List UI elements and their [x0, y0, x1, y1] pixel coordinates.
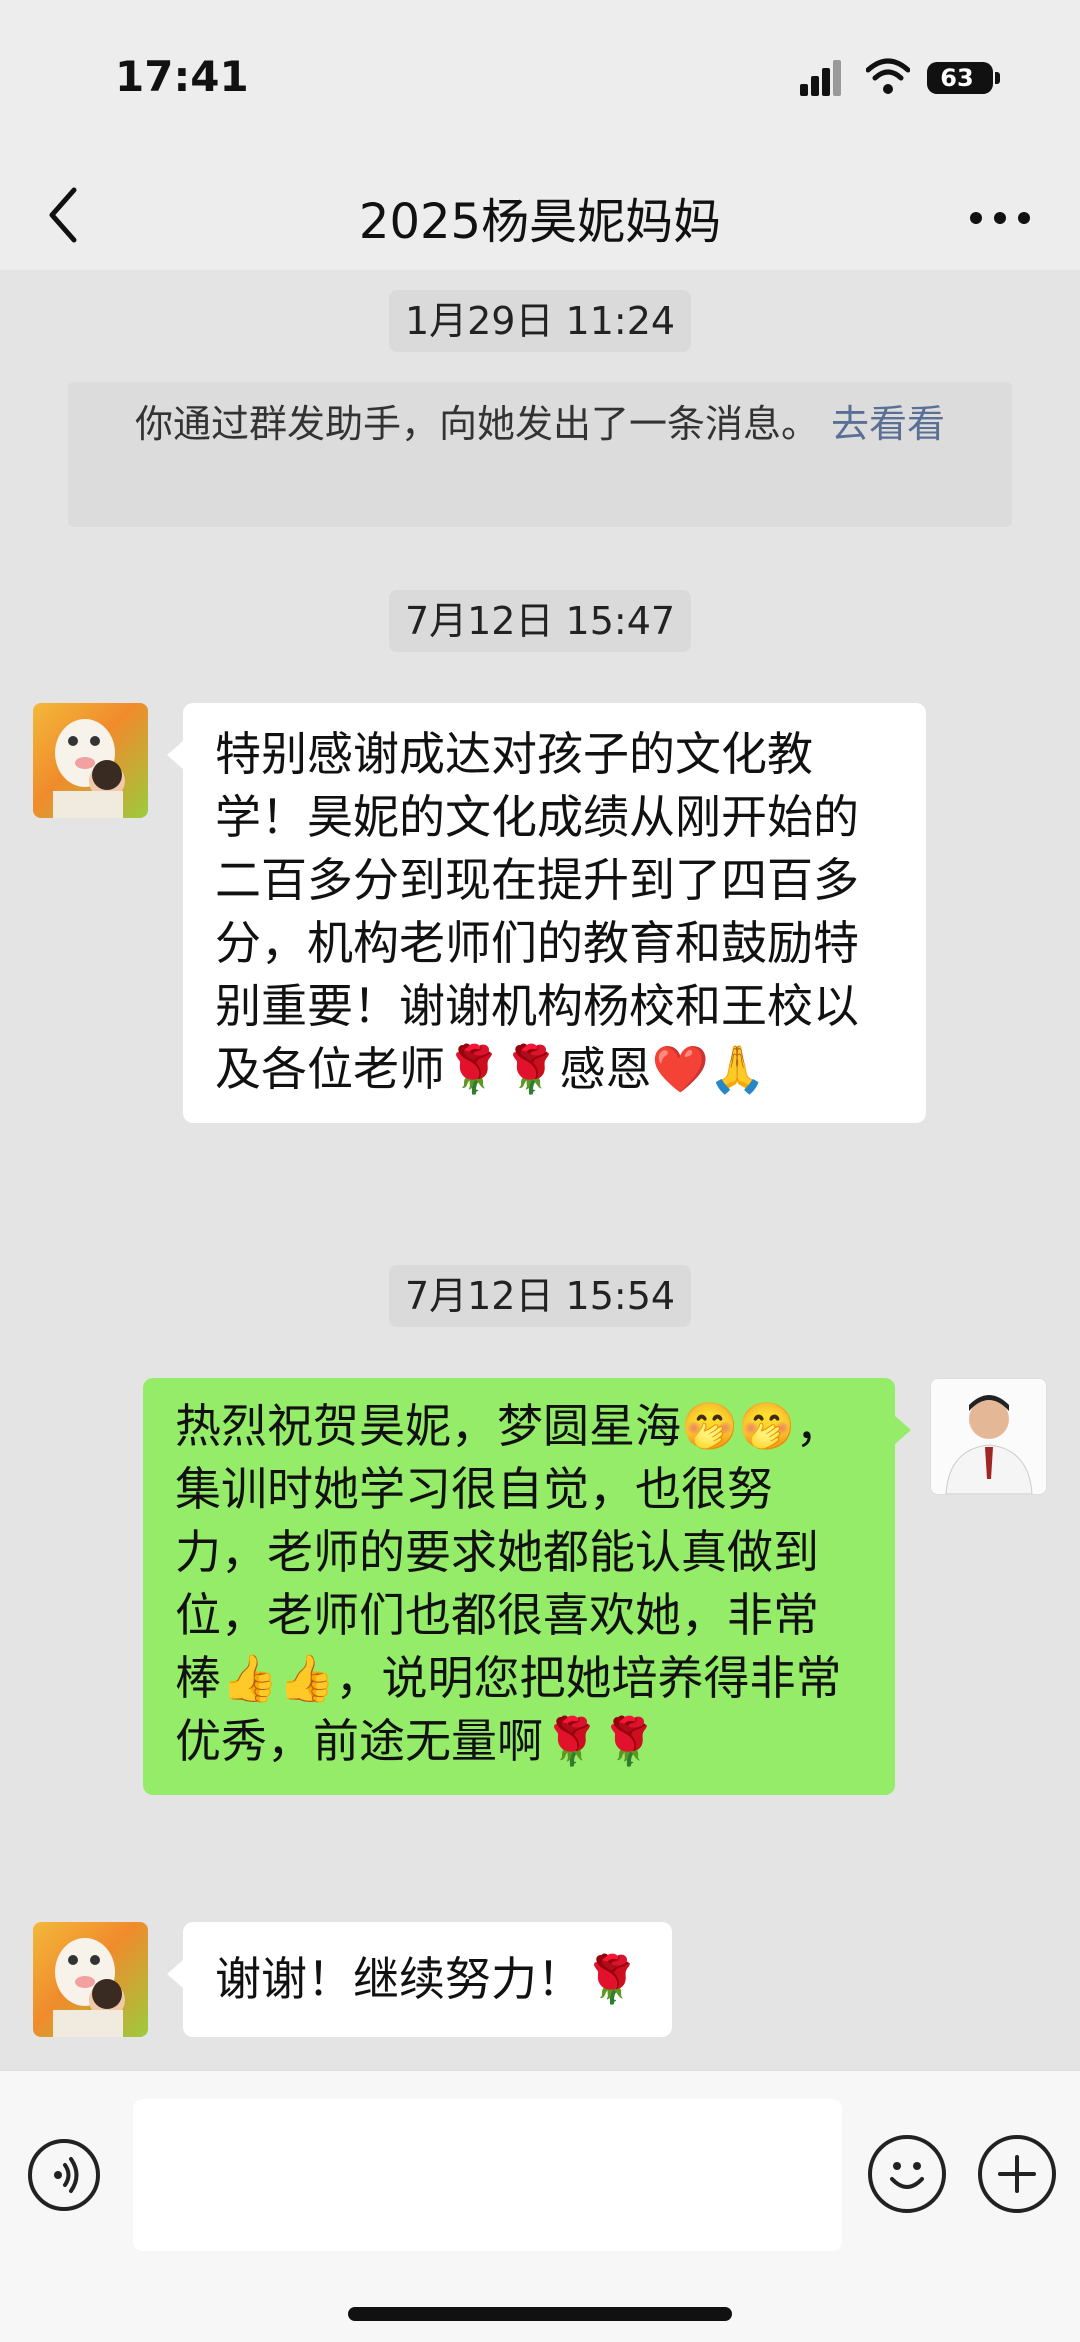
battery-icon: 63 — [927, 62, 1000, 94]
signal-icon — [800, 60, 841, 96]
system-notice-text: 你通过群发助手，向她发出了一条消息。 — [134, 402, 819, 446]
status-bar: 17:41 63 — [0, 0, 1080, 160]
timestamp: 1月29日 11:24 — [388, 290, 692, 352]
navigation-bar: 2025杨昊妮妈妈 — [0, 160, 1080, 270]
voice-icon[interactable] — [28, 2139, 100, 2211]
input-bar — [0, 2070, 1080, 2342]
message-bubble-incoming[interactable]: 谢谢！继续努力！🌹 — [166, 1922, 673, 2037]
ellipsis-icon[interactable] — [960, 188, 1040, 248]
home-indicator[interactable] — [348, 2307, 732, 2321]
timestamp: 7月12日 15:54 — [388, 1265, 692, 1327]
chevron-left-icon[interactable] — [40, 180, 90, 250]
contact-avatar[interactable] — [33, 1922, 148, 2037]
chat-title: 2025杨昊妮妈妈 — [358, 194, 722, 250]
emoji-icon[interactable] — [868, 2135, 946, 2213]
timestamp: 7月12日 15:47 — [388, 590, 692, 652]
wifi-icon — [866, 58, 910, 94]
chat-screen: 17:41 63 2025杨昊妮妈妈 1月29日 11:24 你通过群发助手，向… — [0, 0, 1080, 2342]
plus-icon[interactable] — [978, 2135, 1056, 2213]
status-time: 17:41 — [115, 52, 249, 101]
my-avatar[interactable] — [930, 1378, 1047, 1495]
battery-level: 63 — [940, 64, 974, 92]
message-input[interactable] — [133, 2099, 842, 2251]
chat-history[interactable]: 1月29日 11:24 你通过群发助手，向她发出了一条消息。 去看看 7月12日… — [0, 270, 1080, 2070]
message-bubble-outgoing[interactable]: 热烈祝贺昊妮，梦圆星海🤭🤭，集训时她学习很自觉，也很努力，老师的要求她都能认真做… — [143, 1378, 911, 1795]
view-link[interactable]: 去看看 — [831, 402, 945, 446]
message-bubble-incoming[interactable]: 特别感谢成达对孩子的文化教学！昊妮的文化成绩从刚开始的二百多分到现在提升到了四百… — [167, 703, 926, 1123]
system-notice: 你通过群发助手，向她发出了一条消息。 去看看 — [68, 382, 1012, 527]
contact-avatar[interactable] — [33, 703, 148, 818]
